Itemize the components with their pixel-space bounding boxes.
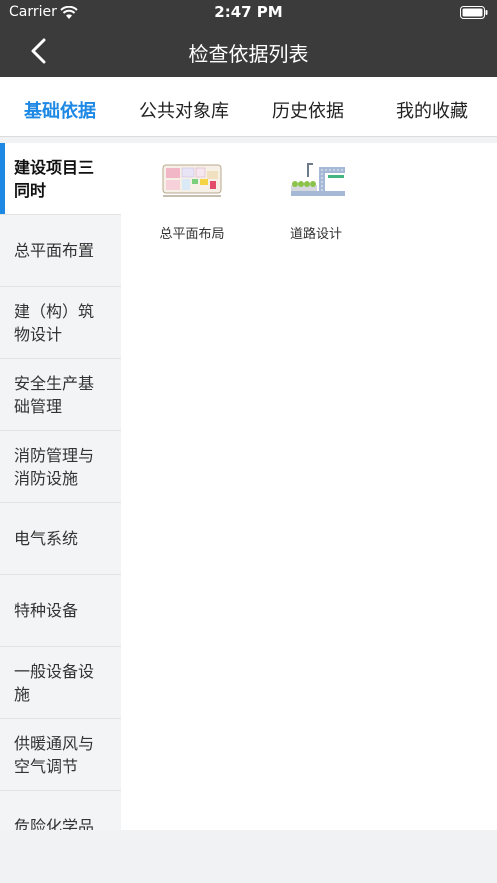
grid-item-road-design[interactable]: 道路设计 (271, 159, 361, 242)
sidebar-item-label: 建设项目三同时 (14, 157, 95, 200)
sidebar-item-fire-protection[interactable]: 消防管理与消防设施 (0, 431, 121, 503)
status-bar: Carrier 2:47 PM (0, 0, 497, 26)
sidebar-item-label: 建（构）筑物设计 (14, 301, 95, 344)
tab-public-object-library[interactable]: 公共对象库 (139, 97, 229, 123)
sidebar-item-special-equipment[interactable]: 特种设备 (0, 575, 121, 647)
sidebar-item-general-equipment[interactable]: 一般设备设施 (0, 647, 121, 719)
tab-basic-basis[interactable]: 基础依据 (24, 97, 96, 123)
nav-bar: 检查依据列表 (0, 26, 497, 77)
sidebar-item-label: 总平面布置 (14, 241, 95, 260)
road-design-icon (291, 163, 345, 196)
page-title: 检查依据列表 (188, 42, 309, 66)
sidebar-item-label: 安全生产基础管理 (14, 373, 95, 416)
tab-my-favorites[interactable]: 我的收藏 (396, 97, 468, 123)
sidebar-item-building-design[interactable]: 建（构）筑物设计 (0, 287, 121, 359)
sidebar-item-safety-management[interactable]: 安全生产基础管理 (0, 359, 121, 431)
sidebar-item-label: 供暖通风与空气调节 (14, 733, 95, 776)
sidebar-item-label: 一般设备设施 (14, 661, 95, 704)
sidebar-item-label: 消防管理与消防设施 (14, 445, 95, 488)
tab-bar: 基础依据 公共对象库 历史依据 我的收藏 (0, 77, 497, 137)
grid-item-label: 道路设计 (289, 227, 342, 242)
sidebar-item-construction-three-simultaneous[interactable]: 建设项目三同时 (0, 143, 121, 215)
sidebar-item-hazardous-chemicals[interactable]: 危险化学品 (0, 791, 121, 830)
status-time: 2:47 PM (214, 3, 283, 21)
grid-item-general-plan-layout[interactable]: 总平面布局 (147, 159, 237, 242)
category-sidebar: 建设项目三同时 总平面布置 建（构）筑物设计 安全生产基础管理 消防管理与消防设… (0, 143, 121, 830)
content-grid: 总平面布局 道路设计 (121, 143, 497, 830)
sidebar-item-label: 特种设备 (14, 601, 79, 620)
grid-item-label: 总平面布局 (159, 227, 225, 242)
battery-icon (460, 6, 488, 19)
bottom-background (0, 830, 497, 883)
sidebar-item-hvac[interactable]: 供暖通风与空气调节 (0, 719, 121, 791)
floor-plan-icon (162, 164, 222, 197)
sidebar-item-label: 电气系统 (14, 529, 79, 548)
tab-history-basis[interactable]: 历史依据 (272, 97, 344, 123)
sidebar-item-general-layout[interactable]: 总平面布置 (0, 215, 121, 287)
sidebar-item-label: 危险化学品 (14, 817, 95, 830)
sidebar-item-electrical-system[interactable]: 电气系统 (0, 503, 121, 575)
